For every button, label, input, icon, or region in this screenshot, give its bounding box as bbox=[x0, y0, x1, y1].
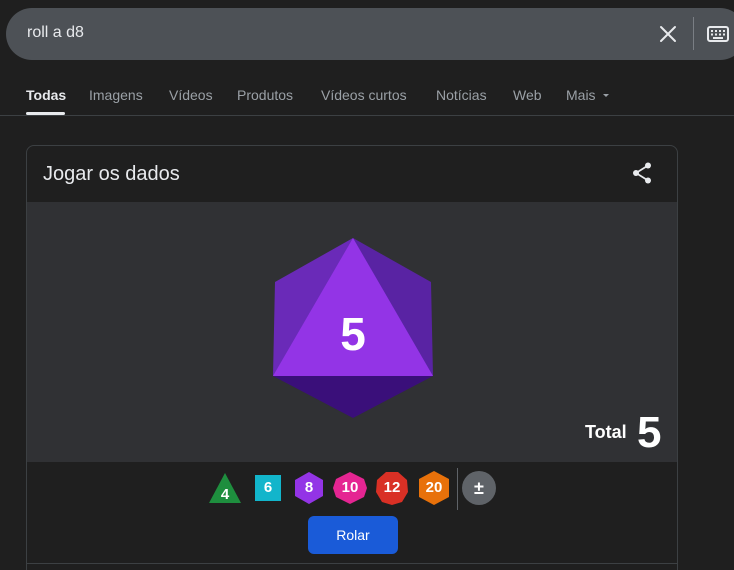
tab-mais[interactable]: Mais bbox=[566, 87, 611, 103]
search-bar-divider bbox=[693, 17, 694, 50]
d4-label: 4 bbox=[220, 486, 230, 503]
tab-mais-label: Mais bbox=[566, 87, 596, 103]
d12-label: 12 bbox=[383, 479, 401, 496]
tab-imagens[interactable]: Imagens bbox=[89, 87, 143, 103]
card-divider bbox=[27, 563, 677, 564]
tab-videos[interactable]: Vídeos bbox=[169, 87, 213, 103]
total-label: Total bbox=[585, 422, 627, 442]
share-icon[interactable] bbox=[631, 161, 653, 185]
tab-noticias[interactable]: Notícias bbox=[436, 87, 487, 103]
dice-roller-card: Jogar os dados 5 Total 5 4 6 8 10 12 20 … bbox=[26, 145, 678, 570]
dice-stage[interactable]: 5 Total 5 bbox=[27, 202, 677, 462]
keyboard-icon[interactable] bbox=[706, 23, 730, 45]
roll-button[interactable]: Rolar bbox=[308, 516, 398, 554]
tab-web[interactable]: Web bbox=[513, 87, 542, 103]
close-icon[interactable] bbox=[656, 22, 680, 46]
d8-die: 5 bbox=[271, 238, 435, 425]
d20-label: 20 bbox=[425, 479, 443, 496]
search-input[interactable]: roll a d8 bbox=[27, 24, 84, 42]
dice-row-divider bbox=[457, 468, 458, 510]
d10-label: 10 bbox=[341, 479, 359, 496]
d6-button[interactable]: 6 bbox=[251, 471, 285, 505]
dice-selector-row: 4 6 8 10 12 20 ± bbox=[27, 466, 677, 510]
search-bar[interactable]: roll a d8 bbox=[6, 8, 734, 60]
d8-button[interactable]: 8 bbox=[292, 471, 326, 505]
d6-label: 6 bbox=[263, 479, 273, 496]
card-title: Jogar os dados bbox=[43, 163, 180, 185]
d4-button[interactable]: 4 bbox=[208, 471, 242, 505]
modifier-button[interactable]: ± bbox=[462, 471, 496, 505]
d12-button[interactable]: 12 bbox=[375, 471, 409, 505]
d20-button[interactable]: 20 bbox=[417, 471, 451, 505]
search-tabs: Todas Imagens Vídeos Produtos Vídeos cur… bbox=[0, 82, 734, 116]
modifier-label: ± bbox=[474, 478, 484, 498]
active-tab-indicator bbox=[26, 112, 65, 115]
die-face-value: 5 bbox=[340, 308, 366, 360]
d10-button[interactable]: 10 bbox=[333, 471, 367, 505]
tab-todas[interactable]: Todas bbox=[26, 87, 66, 103]
d8-label: 8 bbox=[304, 479, 314, 496]
tab-videos-curtos[interactable]: Vídeos curtos bbox=[321, 87, 407, 103]
total-value: 5 bbox=[637, 408, 662, 457]
tab-produtos[interactable]: Produtos bbox=[237, 87, 293, 103]
caret-down-icon bbox=[603, 94, 610, 97]
